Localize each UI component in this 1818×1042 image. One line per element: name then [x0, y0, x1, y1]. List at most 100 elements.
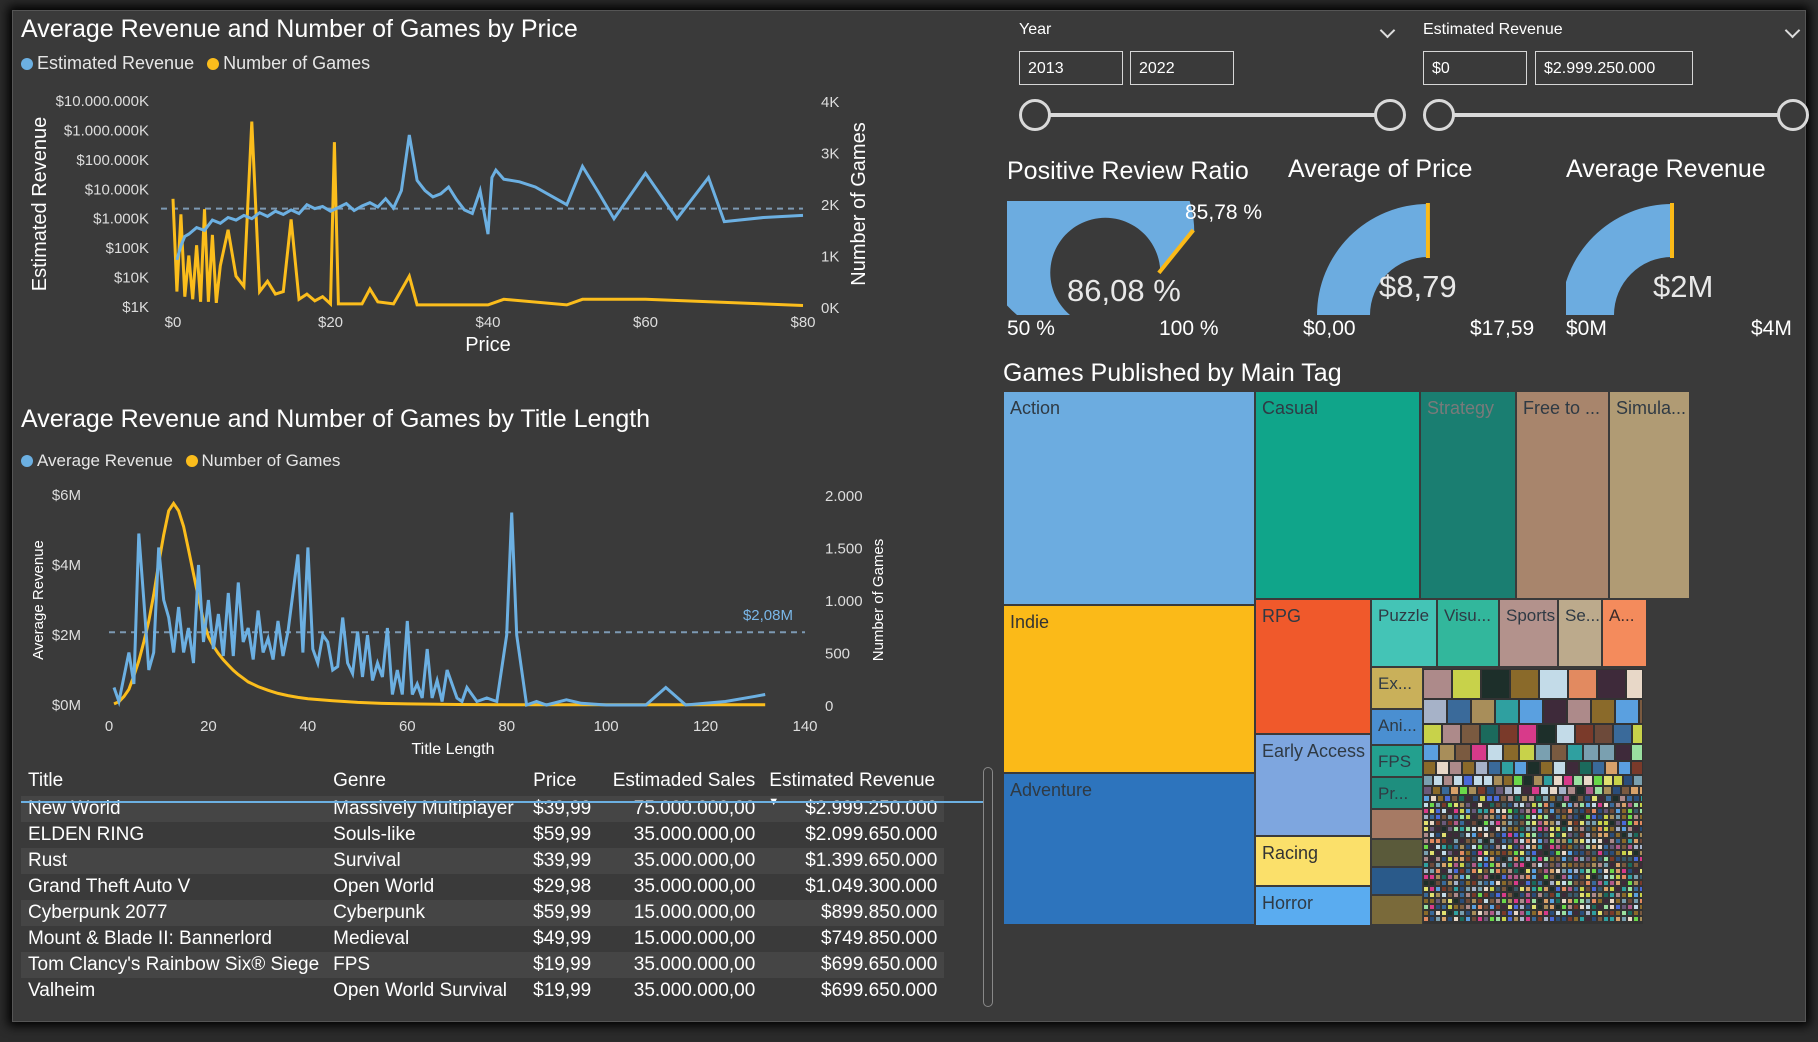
treemap-small-tile[interactable]	[1605, 761, 1618, 775]
treemap-small-tile[interactable]	[1504, 786, 1513, 795]
treemap-small-tile[interactable]	[1463, 775, 1473, 786]
treemap-small-tile[interactable]	[1594, 724, 1613, 744]
treemap-small-tile[interactable]	[1567, 786, 1576, 795]
treemap-tile[interactable]: FPS	[1371, 745, 1423, 777]
treemap-small-tile[interactable]	[1567, 699, 1591, 724]
treemap-small-tile[interactable]	[1553, 775, 1563, 786]
treemap-small-tile[interactable]	[1449, 761, 1462, 775]
treemap-small-tile[interactable]	[1632, 724, 1643, 744]
treemap-small-tile[interactable]	[1423, 724, 1442, 744]
treemap-small-tile[interactable]	[1563, 795, 1570, 802]
treemap-tile[interactable]: Free to ...	[1516, 391, 1609, 599]
treemap-small-tile[interactable]	[1543, 699, 1567, 724]
col-header-price[interactable]: Price	[526, 766, 598, 796]
treemap-small-tile[interactable]	[1631, 761, 1643, 775]
treemap-small-tile[interactable]	[1479, 795, 1486, 802]
treemap-small-tile[interactable]	[1461, 724, 1480, 744]
treemap-small-tile[interactable]	[1615, 699, 1639, 724]
table-row[interactable]: Mount & Blade II: Bannerlord Medieval $49,…	[21, 926, 945, 952]
treemap-small-tile[interactable]	[1535, 744, 1551, 761]
col-header-genre[interactable]: Genre	[326, 766, 526, 796]
treemap-small-tile[interactable]	[1631, 744, 1643, 761]
treemap-small-tile[interactable]	[1577, 795, 1584, 802]
treemap-small-tile[interactable]	[1626, 669, 1643, 699]
treemap-small-tile[interactable]	[1591, 795, 1598, 802]
treemap-small-tile[interactable]	[1549, 786, 1558, 795]
treemap-small-tile[interactable]	[1458, 795, 1465, 802]
treemap-small-tile[interactable]	[1612, 786, 1621, 795]
treemap-small-tile[interactable]	[1488, 761, 1501, 775]
treemap-small-tile[interactable]	[1523, 775, 1533, 786]
treemap-small-tile[interactable]	[1433, 775, 1443, 786]
treemap-small-tile[interactable]	[1626, 795, 1633, 802]
treemap-small-tile[interactable]	[1621, 786, 1630, 795]
treemap-small-tile[interactable]	[1639, 922, 1643, 924]
treemap-small-tile[interactable]	[1537, 724, 1556, 744]
treemap-small-tile[interactable]	[1579, 761, 1592, 775]
treemap-small-tile[interactable]	[1480, 724, 1499, 744]
treemap-small-tile[interactable]	[1599, 744, 1615, 761]
treemap-tile[interactable]: Casual	[1255, 391, 1420, 599]
treemap-small-tile[interactable]	[1568, 669, 1597, 699]
treemap-small-tile[interactable]	[1535, 795, 1542, 802]
treemap-small-tile[interactable]	[1501, 761, 1514, 775]
treemap-tile[interactable]: Se...	[1558, 599, 1602, 667]
treemap-small-tile[interactable]	[1486, 786, 1495, 795]
treemap-small-tile[interactable]	[1443, 775, 1453, 786]
treemap-small-tile[interactable]	[1551, 744, 1567, 761]
treemap-small-tile[interactable]	[1472, 795, 1479, 802]
treemap-small-tile[interactable]	[1423, 669, 1452, 699]
treemap-small-tile[interactable]	[1618, 761, 1631, 775]
treemap-small-tile[interactable]	[1619, 795, 1626, 802]
treemap-tile[interactable]: Simula...	[1609, 391, 1690, 599]
treemap-small-tile[interactable]	[1640, 795, 1643, 802]
treemap-small-tile[interactable]	[1543, 775, 1553, 786]
treemap-small-tile[interactable]	[1371, 867, 1423, 895]
treemap-small-tile[interactable]	[1495, 699, 1519, 724]
treemap-small-tile[interactable]	[1455, 744, 1471, 761]
chevron-down-icon[interactable]	[1379, 22, 1396, 39]
treemap-tile[interactable]: Action	[1003, 391, 1255, 605]
treemap-small-tile[interactable]	[1603, 775, 1613, 786]
treemap-small-tile[interactable]	[1473, 775, 1483, 786]
table-row[interactable]: ELDEN RING Souls-like $59,99 35.000.000,00 $…	[21, 822, 945, 848]
treemap-small-tile[interactable]	[1493, 775, 1503, 786]
table-row[interactable]: Cyberpunk 2077 Cyberpunk $59,99 15.000.000,…	[21, 900, 945, 926]
treemap-small-tile[interactable]	[1613, 724, 1632, 744]
treemap-small-tile[interactable]	[1570, 795, 1577, 802]
treemap-small-tile[interactable]	[1514, 761, 1527, 775]
treemap-small-tile[interactable]	[1540, 761, 1553, 775]
treemap-small-tile[interactable]	[1591, 699, 1615, 724]
treemap-small-tile[interactable]	[1584, 795, 1591, 802]
treemap-small-tile[interactable]	[1518, 724, 1537, 744]
treemap-small-tile[interactable]	[1371, 809, 1423, 839]
treemap-small-tile[interactable]	[1453, 775, 1463, 786]
table-scrollbar[interactable]	[983, 767, 993, 1007]
treemap-small-tile[interactable]	[1630, 786, 1639, 795]
treemap-small-tile[interactable]	[1542, 795, 1549, 802]
treemap-small-tile[interactable]	[1576, 786, 1585, 795]
treemap-small-tile[interactable]	[1583, 744, 1599, 761]
treemap-tile[interactable]: Visu...	[1437, 599, 1499, 667]
treemap-small-tile[interactable]	[1533, 775, 1543, 786]
treemap-small-tile[interactable]	[1451, 795, 1458, 802]
treemap-tile[interactable]: Ani...	[1371, 709, 1423, 745]
treemap-small-tile[interactable]	[1423, 761, 1436, 775]
treemap-tile[interactable]: RPG	[1255, 599, 1371, 734]
treemap-small-tile[interactable]	[1462, 761, 1475, 775]
treemap-small-tile[interactable]	[1556, 795, 1563, 802]
treemap-small-tile[interactable]	[1612, 795, 1619, 802]
treemap-small-tile[interactable]	[1513, 775, 1523, 786]
treemap-tile[interactable]: Pr...	[1371, 777, 1423, 809]
treemap-small-tile[interactable]	[1623, 775, 1633, 786]
treemap-small-tile[interactable]	[1556, 724, 1575, 744]
revenue-slider-track[interactable]	[1439, 113, 1793, 117]
treemap-small-tile[interactable]	[1430, 795, 1437, 802]
treemap-small-tile[interactable]	[1437, 795, 1444, 802]
revenue-from-input[interactable]: $0	[1423, 51, 1527, 85]
treemap-small-tile[interactable]	[1549, 795, 1556, 802]
treemap-small-tile[interactable]	[1503, 775, 1513, 786]
treemap-small-tile[interactable]	[1439, 744, 1455, 761]
treemap-small-tile[interactable]	[1521, 795, 1528, 802]
treemap-small-tile[interactable]	[1633, 795, 1640, 802]
